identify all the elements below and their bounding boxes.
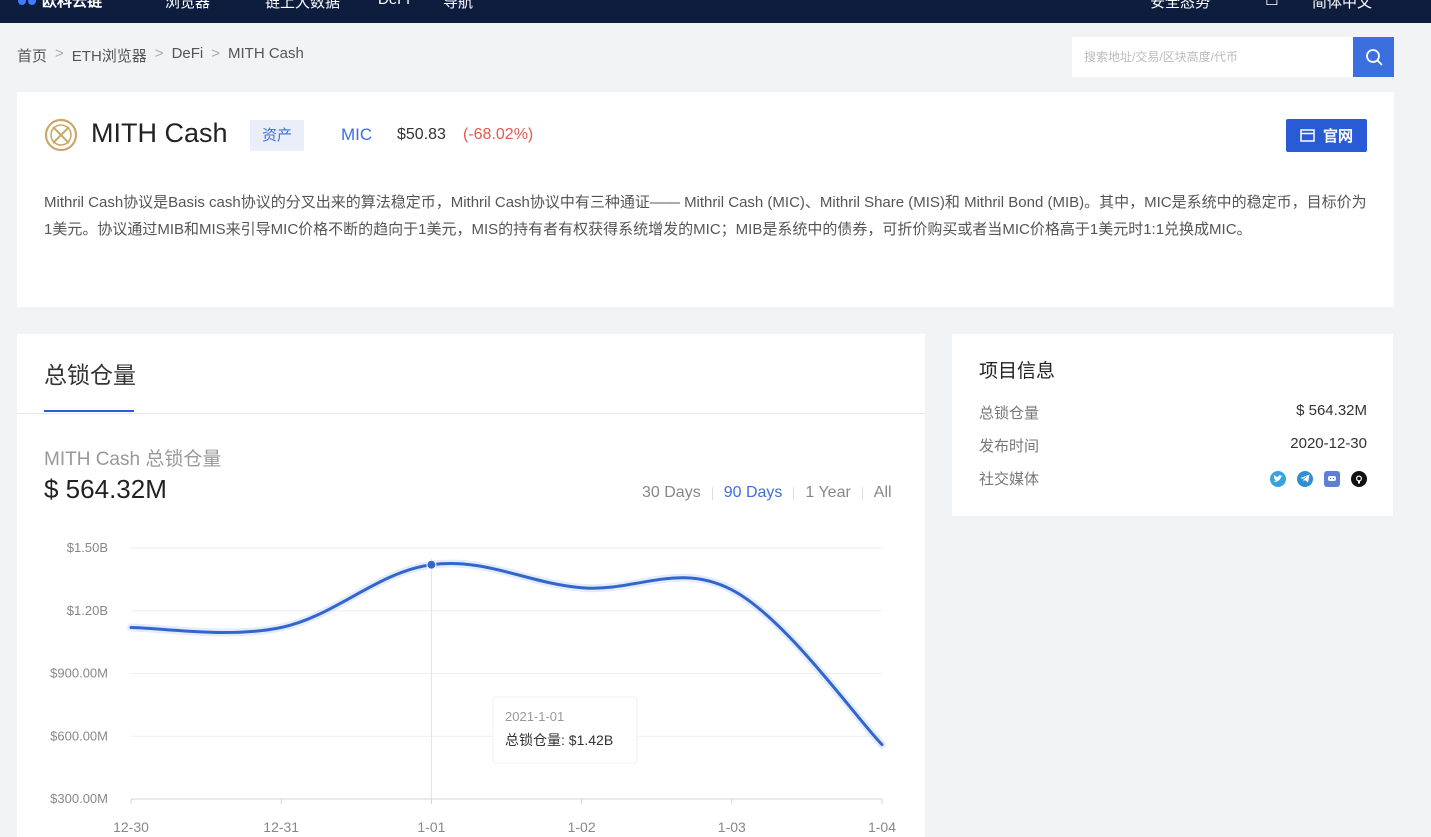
highlighted-point	[426, 559, 437, 570]
official-site-label: 官网	[1322, 128, 1353, 145]
info-row-tvl: 总锁仓量 $ 564.32M	[979, 402, 1367, 423]
breadcrumb: 首页 > ETH浏览器 > DeFi > MITH Cash	[17, 45, 304, 66]
tooltip-box	[492, 696, 638, 764]
official-site-button[interactable]: 官网	[1286, 119, 1367, 152]
range-divider	[861, 486, 863, 500]
x-tick-label: 1-02	[568, 819, 596, 835]
y-tick-label: $900.00M	[50, 666, 108, 681]
range-divider	[711, 486, 713, 500]
info-row-social: 社交媒体	[979, 468, 1367, 489]
active-tab-indicator	[44, 410, 134, 412]
logo-icon	[18, 0, 36, 5]
x-tick-label: 1-04	[868, 819, 896, 835]
breadcrumb-separator: >	[211, 45, 220, 62]
nav-item-defi[interactable]: DeFi	[378, 0, 410, 8]
breadcrumb-separator: >	[55, 45, 64, 62]
info-row-release-date: 发布时间 2020-12-30	[979, 435, 1367, 456]
info-key: 总锁仓量	[979, 405, 1040, 422]
brand-logo[interactable]: 欧科云链	[18, 0, 102, 11]
tvl-line-chart[interactable]: $300.00M $600.00M $900.00M $1.20B $1.50B 12-3…	[17, 529, 925, 837]
y-tick-label: $600.00M	[50, 728, 108, 743]
category-tag: 资产	[250, 120, 304, 151]
mith-cash-logo-icon	[44, 118, 78, 152]
breadcrumb-home[interactable]: 首页	[17, 45, 47, 66]
language-select[interactable]: 简体中文	[1312, 0, 1372, 12]
y-tick-label: $1.50B	[67, 540, 108, 555]
tvl-card: 总锁仓量 MITH Cash 总锁仓量 $ 564.32M 30 Days 90…	[17, 334, 925, 837]
y-tick-label: $1.20B	[67, 603, 108, 618]
range-all[interactable]: All	[874, 484, 892, 502]
range-30-days[interactable]: 30 Days	[642, 484, 701, 502]
info-value: 2020-12-30	[1290, 435, 1367, 452]
info-key: 社交媒体	[979, 471, 1040, 488]
x-tick-label: 1-03	[718, 819, 746, 835]
nav-item-onchain-data[interactable]: 链上大数据	[265, 0, 340, 12]
breadcrumb-separator: >	[154, 45, 164, 62]
telegram-icon[interactable]	[1297, 470, 1313, 487]
tab-tvl[interactable]: 总锁仓量	[44, 356, 136, 390]
project-header-card: MITH Cash 资产 MIC $50.83 (-68.02%) 官网 Mit…	[17, 92, 1394, 307]
social-links	[1270, 468, 1367, 489]
range-divider	[793, 486, 795, 500]
search-icon	[1365, 49, 1382, 66]
project-description: Mithril Cash协议是Basis cash协议的分叉出来的算法稳定币，M…	[44, 194, 1367, 238]
range-1-year[interactable]: 1 Year	[805, 484, 850, 502]
github-icon[interactable]	[1351, 470, 1367, 487]
nav-item-security[interactable]: 安全态势	[1150, 0, 1210, 12]
range-90-days[interactable]: 90 Days	[724, 484, 783, 502]
tab-divider	[17, 413, 925, 414]
chart-subtitle: MITH Cash 总锁仓量	[44, 449, 222, 470]
x-tick-label: 12-31	[263, 819, 299, 835]
nav-item-guide[interactable]: 导航	[443, 0, 473, 12]
info-value: $ 564.32M	[1296, 402, 1367, 419]
logo-text: 欧科云链	[42, 0, 103, 10]
y-tick-label: $300.00M	[50, 791, 108, 806]
info-key: 发布时间	[979, 438, 1040, 455]
breadcrumb-eth-explorer[interactable]: ETH浏览器	[72, 45, 147, 66]
discord-icon[interactable]	[1324, 470, 1340, 487]
project-name: MITH Cash	[91, 118, 228, 148]
window-icon	[1300, 129, 1315, 142]
tooltip-date: 2021-1-01	[505, 709, 564, 724]
search-input[interactable]	[1072, 37, 1353, 77]
x-tick-label: 12-30	[113, 819, 149, 835]
project-info-card: 项目信息 总锁仓量 $ 564.32M 发布时间 2020-12-30 社交媒体	[952, 334, 1393, 516]
user-icon[interactable]: ☐	[1265, 0, 1278, 9]
top-nav: 欧科云链 浏览器 链上大数据 DeFi 导航 安全态势 ☐ 简体中文	[0, 0, 1431, 23]
price-change: (-68.02%)	[463, 126, 534, 143]
tooltip-value: 总锁仓量: $1.42B	[505, 732, 613, 748]
tvl-value: $ 564.32M	[44, 474, 167, 504]
breadcrumb-defi[interactable]: DeFi	[172, 45, 204, 66]
search-box	[1072, 37, 1394, 77]
token-price: $50.83	[397, 126, 446, 143]
token-symbol-link[interactable]: MIC	[341, 125, 372, 145]
breadcrumb-current: MITH Cash	[228, 45, 304, 62]
x-tick-label: 1-01	[417, 819, 445, 835]
nav-item-explorer[interactable]: 浏览器	[165, 0, 210, 12]
info-title: 项目信息	[979, 361, 1056, 382]
search-button[interactable]	[1353, 37, 1394, 77]
twitter-icon[interactable]	[1270, 470, 1286, 487]
time-range-selector: 30 Days 90 Days 1 Year All	[642, 484, 892, 502]
